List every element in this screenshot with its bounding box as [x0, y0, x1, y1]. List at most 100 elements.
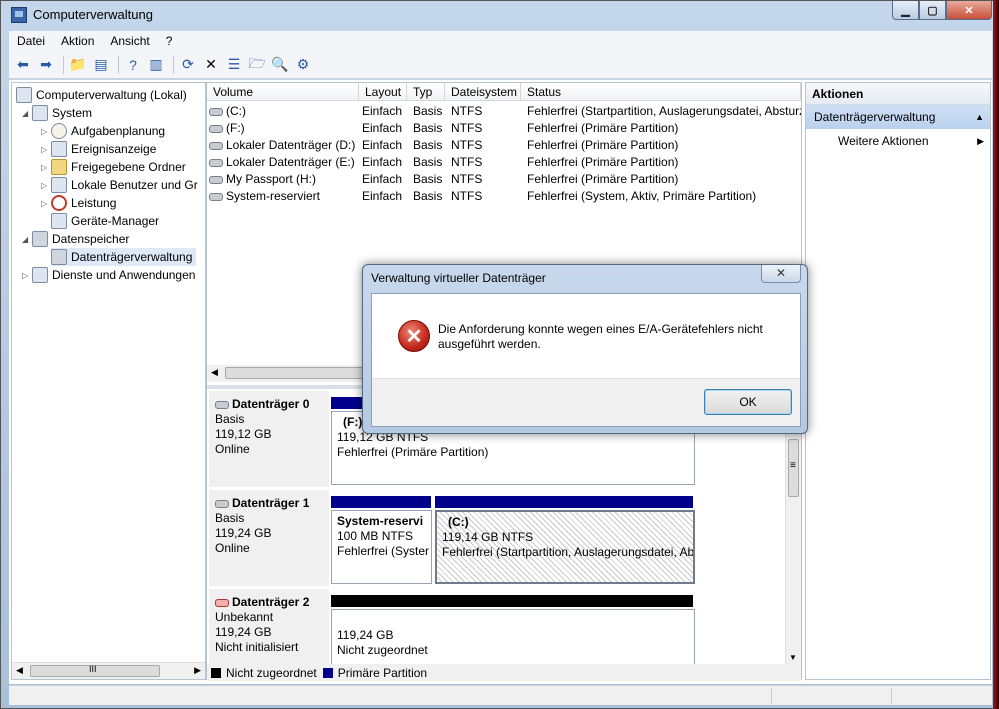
partition-system-reserved[interactable]: System-reservi 100 MB NTFS Fehlerfrei (S… — [331, 510, 432, 584]
column-header-typ[interactable]: Typ — [407, 83, 445, 101]
collapsed-arrow-icon[interactable]: ▷ — [41, 163, 51, 172]
scroll-left-icon[interactable]: ◀ — [16, 665, 23, 676]
tree-item-lokale-benutzer[interactable]: ▷ Lokale Benutzer und Gr — [41, 176, 198, 194]
menu-datei[interactable]: Datei — [9, 34, 53, 48]
scroll-thumb[interactable]: ≡ — [788, 439, 799, 497]
scroll-left-icon[interactable]: ◀ — [211, 367, 218, 378]
collapsed-arrow-icon[interactable]: ▷ — [41, 181, 51, 190]
collapsed-arrow-icon[interactable]: ▷ — [41, 145, 51, 154]
up-folder-icon[interactable]: 📁 — [68, 55, 88, 75]
performance-icon — [51, 195, 67, 211]
tree-label: Leistung — [71, 196, 117, 210]
volume-cell[interactable]: (C:) — [209, 103, 359, 120]
settings-icon[interactable]: ⚙ — [293, 55, 313, 75]
scroll-thumb[interactable]: III — [30, 664, 160, 677]
partition-bar — [435, 496, 693, 508]
status-cell: Fehlerfrei (Primäre Partition) — [527, 121, 679, 135]
tree-label: Geräte-Manager — [71, 214, 160, 228]
expanded-arrow-icon[interactable]: ◢ — [22, 235, 32, 244]
maximize-button[interactable]: ▢ — [919, 1, 946, 20]
column-header-dateisystem[interactable]: Dateisystem — [445, 83, 521, 101]
drive-icon — [209, 107, 223, 116]
filesystem-cell: NTFS — [451, 121, 483, 135]
scroll-thumb[interactable] — [225, 367, 365, 379]
tree-item-ereignisanzeige[interactable]: ▷ Ereignisanzeige — [41, 140, 156, 158]
services-icon — [32, 267, 48, 283]
forward-arrow-icon[interactable]: ➡ — [36, 55, 56, 75]
dialog-body: ✕ Die Anforderung konnte wegen eines E/A… — [371, 293, 801, 427]
layout-cell: Einfach — [362, 172, 403, 186]
ok-button[interactable]: OK — [704, 389, 792, 415]
tree-item-datentraegerverwaltung[interactable]: Datenträgerverwaltung — [51, 248, 197, 266]
partition-c[interactable]: (C:) 119,14 GB NTFS Fehlerfrei (Startpar… — [435, 510, 695, 584]
tree-item-leistung[interactable]: ▷ Leistung — [41, 194, 116, 212]
volume-cell[interactable]: Lokaler Datenträger (D:) — [209, 137, 359, 154]
unallocated-swatch — [211, 667, 221, 678]
dialog-footer: OK — [372, 378, 800, 426]
delete-icon[interactable]: ✕ — [201, 55, 221, 75]
minimize-button[interactable]: ▁ — [892, 1, 919, 20]
partition-status: Nicht zugeordnet — [337, 643, 428, 657]
volume-cell[interactable]: (F:) — [209, 120, 359, 137]
actions-section-datentraegerverwaltung[interactable]: Datenträgerverwaltung — [806, 105, 990, 129]
more-actions-item[interactable]: Weitere Aktionen — [806, 129, 990, 153]
volume-name: (C:) — [226, 104, 246, 118]
collapsed-arrow-icon[interactable]: ▷ — [41, 127, 51, 136]
collapsed-arrow-icon[interactable]: ▷ — [41, 199, 51, 208]
show-hide-action-pane-icon[interactable]: ▥ — [146, 55, 166, 75]
show-hide-tree-icon[interactable]: ▤ — [91, 55, 111, 75]
volume-cell[interactable]: System-reserviert — [209, 188, 359, 205]
layout-cell: Einfach — [362, 104, 403, 118]
collapsed-arrow-icon[interactable]: ▷ — [22, 271, 32, 280]
title-bar[interactable]: Computerverwaltung ▁ ▢ ✕ — [1, 1, 998, 29]
status-cell: Fehlerfrei (Startpartition, Auslagerungs… — [527, 104, 801, 118]
scroll-down-icon[interactable]: ▼ — [789, 653, 797, 662]
disk-2-info[interactable]: Datenträger 2 Unbekannt 119,24 GB Nicht … — [209, 589, 329, 664]
legend-unallocated: Nicht zugeordnet — [226, 665, 317, 680]
menu-help[interactable]: ? — [158, 34, 181, 48]
refresh-icon[interactable]: ⟳ — [178, 55, 198, 75]
tree-item-datenspeicher[interactable]: ◢ Datenspeicher — [22, 230, 129, 248]
disk-warning-icon — [215, 598, 229, 607]
tree-label: Datenspeicher — [52, 232, 130, 246]
expanded-arrow-icon[interactable]: ◢ — [22, 109, 32, 118]
partition-size: 119,24 GB — [337, 628, 394, 642]
disk-1-info[interactable]: Datenträger 1 Basis 119,24 GB Online — [209, 490, 329, 586]
column-header-status[interactable]: Status — [521, 83, 801, 101]
menu-aktion[interactable]: Aktion — [53, 34, 102, 48]
error-icon: ✕ — [398, 320, 430, 352]
tree-horizontal-scrollbar[interactable]: ◀ III ▶ — [12, 662, 205, 679]
filesystem-cell: NTFS — [451, 138, 483, 152]
menu-ansicht[interactable]: Ansicht — [102, 34, 157, 48]
filesystem-cell: NTFS — [451, 172, 483, 186]
tree-item-aufgabenplanung[interactable]: ▷ Aufgabenplanung — [41, 122, 165, 140]
volume-cell[interactable]: My Passport (H:) — [209, 171, 359, 188]
tree-item-root[interactable]: Computerverwaltung (Lokal) — [16, 86, 187, 104]
search-icon[interactable]: 🔍 — [270, 55, 290, 75]
volume-name: Lokaler Datenträger (D:) — [226, 138, 356, 152]
shared-folder-icon — [51, 159, 67, 175]
disk-state: Nicht initialisiert — [215, 640, 299, 654]
unallocated-space[interactable]: 119,24 GB Nicht zugeordnet — [331, 609, 695, 664]
tree-item-system[interactable]: ◢ System — [22, 104, 92, 122]
open-folder-icon[interactable]: 🗁 — [247, 55, 267, 75]
volume-cell[interactable]: Lokaler Datenträger (E:) — [209, 154, 359, 171]
primary-swatch — [322, 667, 333, 678]
scroll-right-icon[interactable]: ▶ — [194, 665, 201, 676]
back-arrow-icon[interactable]: ⬅ — [13, 55, 33, 75]
error-dialog: Verwaltung virtueller Datenträger ✕ ✕ Di… — [362, 264, 808, 434]
unallocated-bar — [331, 595, 693, 607]
tree-item-freigegebene-ordner[interactable]: ▷ Freigegebene Ordner — [41, 158, 186, 176]
column-header-layout[interactable]: Layout — [359, 83, 407, 101]
partition-status: Fehlerfrei (Startpartition, Auslagerungs… — [442, 545, 695, 559]
close-button[interactable]: ✕ — [946, 1, 992, 20]
users-icon — [51, 177, 67, 193]
column-header-volume[interactable]: Volume — [207, 83, 359, 101]
dialog-close-button[interactable]: ✕ — [761, 265, 801, 283]
properties-icon[interactable]: ☰ — [224, 55, 244, 75]
disk-0-info[interactable]: Datenträger 0 Basis 119,12 GB Online — [209, 391, 329, 487]
help-icon[interactable]: ? — [123, 55, 143, 75]
tree-item-dienste[interactable]: ▷ Dienste und Anwendungen — [22, 266, 195, 284]
dialog-message: Die Anforderung konnte wegen eines E/A-G… — [438, 322, 763, 351]
tree-item-geraete-manager[interactable]: Geräte-Manager — [51, 212, 159, 230]
